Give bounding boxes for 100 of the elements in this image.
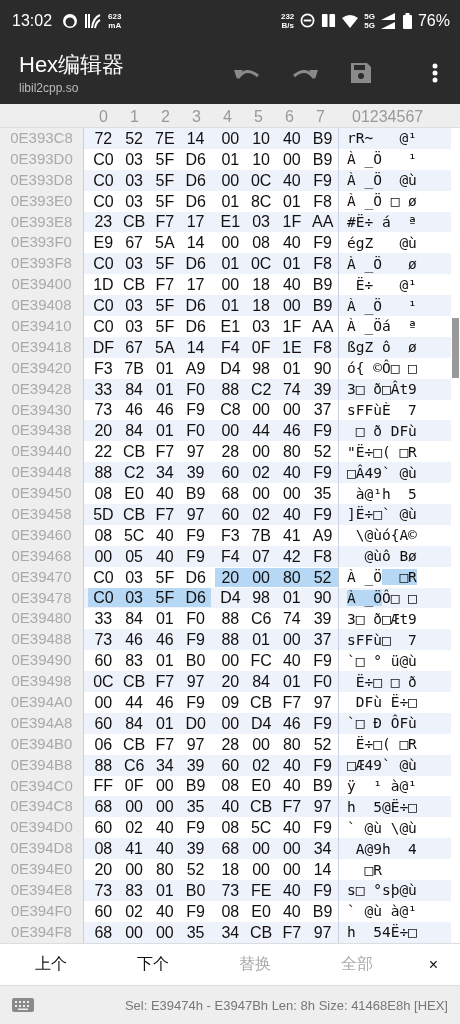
- hex-byte[interactable]: F9: [180, 546, 211, 566]
- hex-byte[interactable]: CB: [245, 922, 277, 942]
- hex-byte[interactable]: 40: [276, 755, 308, 775]
- hex-byte[interactable]: C0: [88, 296, 119, 315]
- hex-byte[interactable]: CB: [118, 504, 150, 524]
- hex-byte[interactable]: D0: [180, 713, 211, 733]
- hex-byte[interactable]: 0F: [245, 337, 277, 357]
- hex-byte[interactable]: 60: [88, 818, 119, 838]
- hex-byte[interactable]: F9: [307, 651, 338, 671]
- hex-byte[interactable]: 00: [215, 713, 246, 733]
- hex-byte[interactable]: 01: [149, 379, 181, 399]
- hex-byte[interactable]: C0: [88, 588, 119, 608]
- hex-byte[interactable]: D6: [180, 296, 211, 315]
- close-button[interactable]: ×: [422, 954, 444, 975]
- hex-byte[interactable]: 88: [215, 609, 246, 629]
- hex-byte[interactable]: DF: [88, 337, 119, 357]
- hex-byte[interactable]: CB: [118, 672, 150, 692]
- hex-byte[interactable]: 01: [276, 672, 308, 692]
- hex-byte[interactable]: 00: [118, 860, 150, 880]
- hex-byte[interactable]: F9: [180, 692, 211, 712]
- hex-byte[interactable]: 40: [276, 128, 308, 148]
- hex-byte[interactable]: F7: [149, 504, 181, 524]
- hex-byte[interactable]: 46: [276, 713, 308, 733]
- hex-byte[interactable]: D6: [180, 149, 211, 169]
- hex-byte[interactable]: 41: [118, 839, 150, 859]
- hex-byte[interactable]: 03: [118, 588, 150, 608]
- hex-byte[interactable]: 1F: [276, 316, 308, 336]
- hex-byte[interactable]: B9: [307, 275, 338, 295]
- hex-byte[interactable]: F7: [149, 672, 181, 692]
- hex-byte[interactable]: 44: [245, 421, 277, 441]
- hex-byte[interactable]: 00: [215, 421, 246, 441]
- hex-byte[interactable]: 00: [245, 484, 277, 503]
- hex-byte[interactable]: 39: [180, 839, 211, 859]
- hex-byte[interactable]: F9: [307, 713, 338, 733]
- hex-byte[interactable]: F9: [180, 818, 211, 838]
- hex-byte[interactable]: D6: [180, 170, 211, 190]
- hex-byte[interactable]: B9: [307, 128, 338, 148]
- hex-byte[interactable]: CB: [118, 442, 150, 462]
- hex-byte[interactable]: 46: [149, 630, 181, 650]
- hex-byte[interactable]: 5F: [149, 254, 181, 274]
- hex-byte[interactable]: 02: [118, 818, 150, 838]
- hex-byte[interactable]: C0: [88, 316, 119, 336]
- hex-byte[interactable]: 01: [245, 630, 277, 650]
- hex-byte[interactable]: 01: [149, 651, 181, 671]
- hex-byte[interactable]: 83: [118, 880, 150, 900]
- hex-byte[interactable]: 14: [180, 233, 211, 253]
- hex-byte[interactable]: 88: [88, 755, 119, 775]
- hex-byte[interactable]: 97: [307, 922, 338, 942]
- hex-byte[interactable]: 52: [307, 567, 338, 587]
- hex-byte[interactable]: 00: [245, 567, 277, 587]
- hex-byte[interactable]: 39: [180, 463, 211, 483]
- hex-byte[interactable]: 00: [276, 630, 308, 650]
- hex-byte[interactable]: F9: [307, 170, 338, 190]
- hex-byte[interactable]: 18: [245, 296, 277, 315]
- hex-byte[interactable]: 40: [276, 651, 308, 671]
- hex-byte[interactable]: 7B: [118, 358, 150, 378]
- hex-byte[interactable]: 03: [118, 316, 150, 336]
- hex-byte[interactable]: 03: [245, 212, 277, 232]
- hex-byte[interactable]: 34: [149, 755, 181, 775]
- hex-byte[interactable]: 06: [88, 734, 119, 754]
- hex-byte[interactable]: 00: [276, 400, 308, 420]
- hex-byte[interactable]: 44: [118, 692, 150, 712]
- hex-byte[interactable]: D6: [180, 191, 211, 211]
- hex-byte[interactable]: F0: [180, 379, 211, 399]
- hex-byte[interactable]: 60: [88, 713, 119, 733]
- hex-byte[interactable]: 00: [245, 860, 277, 880]
- hex-byte[interactable]: C0: [88, 149, 119, 169]
- hex-byte[interactable]: 97: [307, 692, 338, 712]
- hex-byte[interactable]: D6: [180, 254, 211, 274]
- hex-byte[interactable]: 83: [118, 651, 150, 671]
- hex-byte[interactable]: 08: [88, 484, 119, 503]
- hex-byte[interactable]: C0: [88, 567, 119, 587]
- hex-byte[interactable]: F7: [276, 797, 308, 817]
- hex-byte[interactable]: 02: [245, 504, 277, 524]
- hex-byte[interactable]: 52: [180, 860, 211, 880]
- hex-byte[interactable]: 02: [245, 755, 277, 775]
- hex-byte[interactable]: 60: [88, 901, 119, 921]
- hex-byte[interactable]: 40: [215, 797, 246, 817]
- hex-byte[interactable]: C0: [88, 170, 119, 190]
- search-nav-button[interactable]: 下个: [102, 953, 204, 976]
- hex-byte[interactable]: 5A: [149, 233, 181, 253]
- hex-byte[interactable]: 35: [307, 484, 338, 503]
- hex-byte[interactable]: 84: [245, 672, 277, 692]
- keyboard-icon[interactable]: [12, 998, 34, 1013]
- hex-byte[interactable]: 02: [245, 463, 277, 483]
- hex-byte[interactable]: 00: [245, 442, 277, 462]
- hex-byte[interactable]: 34: [215, 922, 246, 942]
- hex-byte[interactable]: 00: [276, 860, 308, 880]
- hex-byte[interactable]: 00: [245, 400, 277, 420]
- hex-byte[interactable]: 03: [245, 316, 277, 336]
- hex-byte[interactable]: 40: [276, 818, 308, 838]
- hex-byte[interactable]: 03: [118, 567, 150, 587]
- hex-byte[interactable]: C8: [215, 400, 246, 420]
- hex-byte[interactable]: 80: [276, 567, 308, 587]
- hex-byte[interactable]: 07: [245, 546, 277, 566]
- hex-byte[interactable]: 39: [180, 755, 211, 775]
- hex-byte[interactable]: CB: [118, 734, 150, 754]
- hex-byte[interactable]: 10: [245, 128, 277, 148]
- hex-byte[interactable]: 00: [118, 922, 150, 942]
- hex-byte[interactable]: B9: [307, 149, 338, 169]
